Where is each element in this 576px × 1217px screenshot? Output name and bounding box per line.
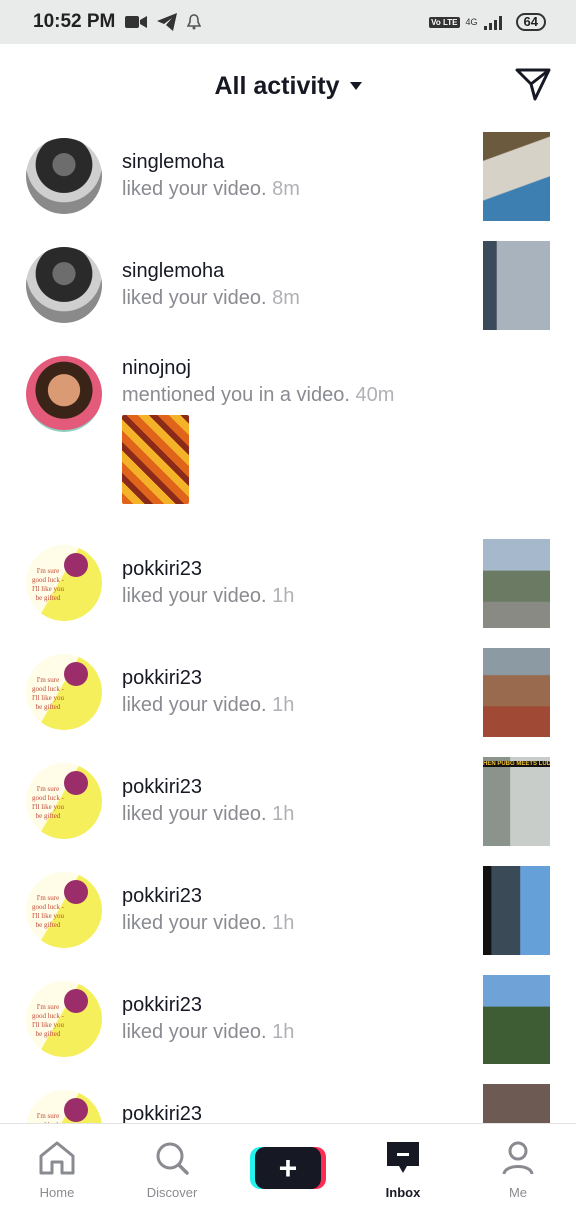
activity-username[interactable]: singlemoha	[122, 151, 224, 174]
create-video-button[interactable]: +	[255, 1147, 321, 1189]
activity-username[interactable]: ninojnoj	[122, 357, 191, 380]
nav-me-label: Me	[508, 1185, 528, 1200]
nav-inbox[interactable]: Inbox	[358, 1140, 448, 1200]
avatar[interactable]: I'm sure good luck - I'll like you be gi…	[26, 981, 102, 1057]
volte-badge: Vo LTE	[429, 16, 460, 28]
status-time: 10:52 PM	[33, 11, 116, 32]
home-icon	[39, 1141, 75, 1175]
inbox-icon	[387, 1142, 419, 1173]
video-thumbnail[interactable]	[483, 1084, 550, 1123]
mentioned-video-thumbnail[interactable]	[122, 415, 189, 504]
avatar[interactable]	[26, 138, 102, 214]
activity-row[interactable]: I'm sure good luck - I'll like you be gi…	[0, 971, 576, 1080]
nav-inbox-label: Inbox	[385, 1185, 421, 1200]
video-thumbnail[interactable]	[483, 975, 550, 1064]
video-thumbnail[interactable]	[483, 648, 550, 737]
nav-home[interactable]: Home	[12, 1140, 102, 1200]
avatar[interactable]	[26, 247, 102, 323]
thumbnail-caption: HEN PUBG MEETS LUDO K	[483, 761, 550, 767]
activity-row[interactable]: I'm sure good luck - I'll like you be gi…	[0, 1080, 576, 1123]
video-camera-icon	[125, 16, 148, 28]
activity-row[interactable]: I'm sure good luck - I'll like you be gi…	[0, 535, 576, 644]
plus-icon: +	[278, 1150, 298, 1186]
avatar[interactable]	[26, 356, 102, 432]
avatar[interactable]: I'm sure good luck - I'll like you be gi…	[26, 654, 102, 730]
nav-me[interactable]: Me	[473, 1140, 563, 1200]
activity-username[interactable]: pokkiri23	[122, 776, 202, 799]
activity-filter-dropdown[interactable]: All activity	[214, 71, 362, 101]
status-system-icons: Vo LTE 4G 64	[429, 13, 546, 31]
avatar[interactable]: I'm sure good luck - I'll like you be gi…	[26, 1090, 102, 1123]
video-thumbnail[interactable]	[483, 132, 550, 221]
activity-text: liked your video. 1h	[122, 912, 295, 934]
nav-discover[interactable]: Discover	[127, 1140, 217, 1200]
caret-down-icon	[349, 82, 362, 90]
activity-text: liked your video. 1h	[122, 585, 295, 607]
page-title: All activity	[214, 71, 340, 100]
status-notification-icons	[125, 13, 202, 31]
activity-list[interactable]: singlemoha liked your video. 8m singlemo…	[0, 128, 576, 1123]
bell-icon	[187, 14, 202, 30]
activity-text: liked your video. 1h	[122, 1021, 295, 1043]
battery-indicator: 64	[515, 13, 546, 31]
nav-discover-label: Discover	[146, 1185, 198, 1200]
video-thumbnail[interactable]	[483, 241, 550, 330]
activity-row[interactable]: I'm sure good luck - I'll like you be gi…	[0, 753, 576, 862]
avatar[interactable]: I'm sure good luck - I'll like you be gi…	[26, 872, 102, 948]
activity-row[interactable]: I'm sure good luck - I'll like you be gi…	[0, 862, 576, 971]
activity-username[interactable]: pokkiri23	[122, 1103, 202, 1123]
signal-icon	[483, 16, 502, 30]
activity-header: All activity	[0, 44, 576, 128]
video-thumbnail[interactable]: HEN PUBG MEETS LUDO K	[483, 757, 550, 846]
activity-row[interactable]: singlemoha liked your video. 8m	[0, 128, 576, 237]
activity-row-mention[interactable]: ninojnoj mentioned you in a video. 40m	[0, 346, 576, 535]
activity-text: mentioned you in a video. 40m	[122, 384, 395, 406]
avatar[interactable]: I'm sure good luck - I'll like you be gi…	[26, 763, 102, 839]
activity-username[interactable]: pokkiri23	[122, 667, 202, 690]
avatar[interactable]: I'm sure good luck - I'll like you be gi…	[26, 545, 102, 621]
video-thumbnail[interactable]	[483, 866, 550, 955]
activity-username[interactable]: pokkiri23	[122, 994, 202, 1017]
nav-home-label: Home	[39, 1185, 75, 1200]
activity-username[interactable]: pokkiri23	[122, 558, 202, 581]
status-bar: 10:52 PM Vo LTE 4G 64	[0, 0, 576, 44]
activity-username[interactable]: pokkiri23	[122, 885, 202, 908]
telegram-icon	[157, 13, 178, 31]
activity-text: liked your video. 8m	[122, 178, 300, 200]
activity-text: liked your video. 1h	[122, 694, 295, 716]
activity-text: liked your video. 8m	[122, 287, 300, 309]
network-type: 4G	[465, 16, 478, 27]
bottom-nav: Home Discover + Inbox Me	[0, 1123, 576, 1217]
activity-text: liked your video. 1h	[122, 803, 295, 825]
activity-username[interactable]: singlemoha	[122, 260, 224, 283]
profile-icon	[502, 1141, 534, 1175]
activity-row[interactable]: I'm sure good luck - I'll like you be gi…	[0, 644, 576, 753]
video-thumbnail[interactable]	[483, 539, 550, 628]
search-icon	[156, 1142, 189, 1175]
direct-message-icon[interactable]	[514, 66, 552, 102]
activity-row[interactable]: singlemoha liked your video. 8m	[0, 237, 576, 346]
